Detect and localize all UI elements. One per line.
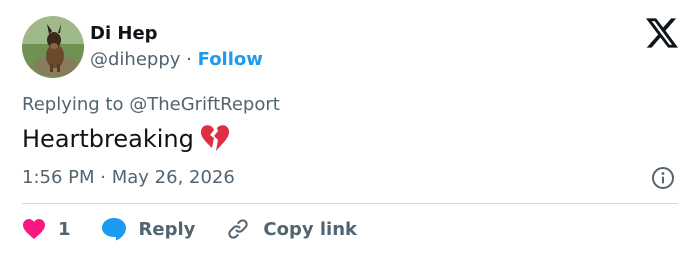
timestamp-date: May 26, 2026	[111, 167, 235, 188]
like-button[interactable]: 1	[22, 218, 71, 240]
speech-bubble-icon	[101, 218, 126, 241]
heart-icon	[23, 219, 45, 239]
handle-separator: ·	[186, 49, 192, 70]
author-handle[interactable]: @diheppy	[90, 49, 180, 70]
reply-context-prefix: Replying to	[22, 94, 124, 115]
copy-link-button[interactable]: Copy link	[225, 217, 357, 241]
author-name[interactable]: Di Hep	[90, 22, 158, 46]
reply-context: Replying to @TheGriftReport	[22, 93, 280, 117]
tweet-text: Heartbreaking	[22, 123, 230, 155]
follow-button[interactable]: Follow	[198, 49, 263, 70]
avatar[interactable]	[22, 16, 84, 78]
reply-mention-link[interactable]: @TheGriftReport	[129, 94, 280, 115]
timestamp-separator: ·	[100, 167, 106, 188]
timestamp-time: 1:56 PM	[22, 167, 95, 188]
action-bar: 1 Reply Copy link	[22, 214, 357, 244]
dog-photo-avatar	[22, 16, 84, 78]
author-handle-row: @diheppy · Follow	[90, 48, 263, 72]
info-icon[interactable]	[651, 166, 675, 190]
copy-link-label: Copy link	[263, 218, 357, 240]
x-logo-icon[interactable]	[646, 18, 678, 48]
tweet-body: Heartbreaking	[22, 125, 194, 153]
link-icon	[228, 219, 249, 239]
divider	[22, 203, 678, 204]
like-count: 1	[58, 218, 71, 240]
reply-button[interactable]: Reply	[101, 217, 196, 241]
reply-label: Reply	[138, 218, 196, 240]
tweet-timestamp[interactable]: 1:56 PM · May 26, 2026	[22, 166, 235, 190]
broken-heart-icon	[200, 125, 229, 151]
